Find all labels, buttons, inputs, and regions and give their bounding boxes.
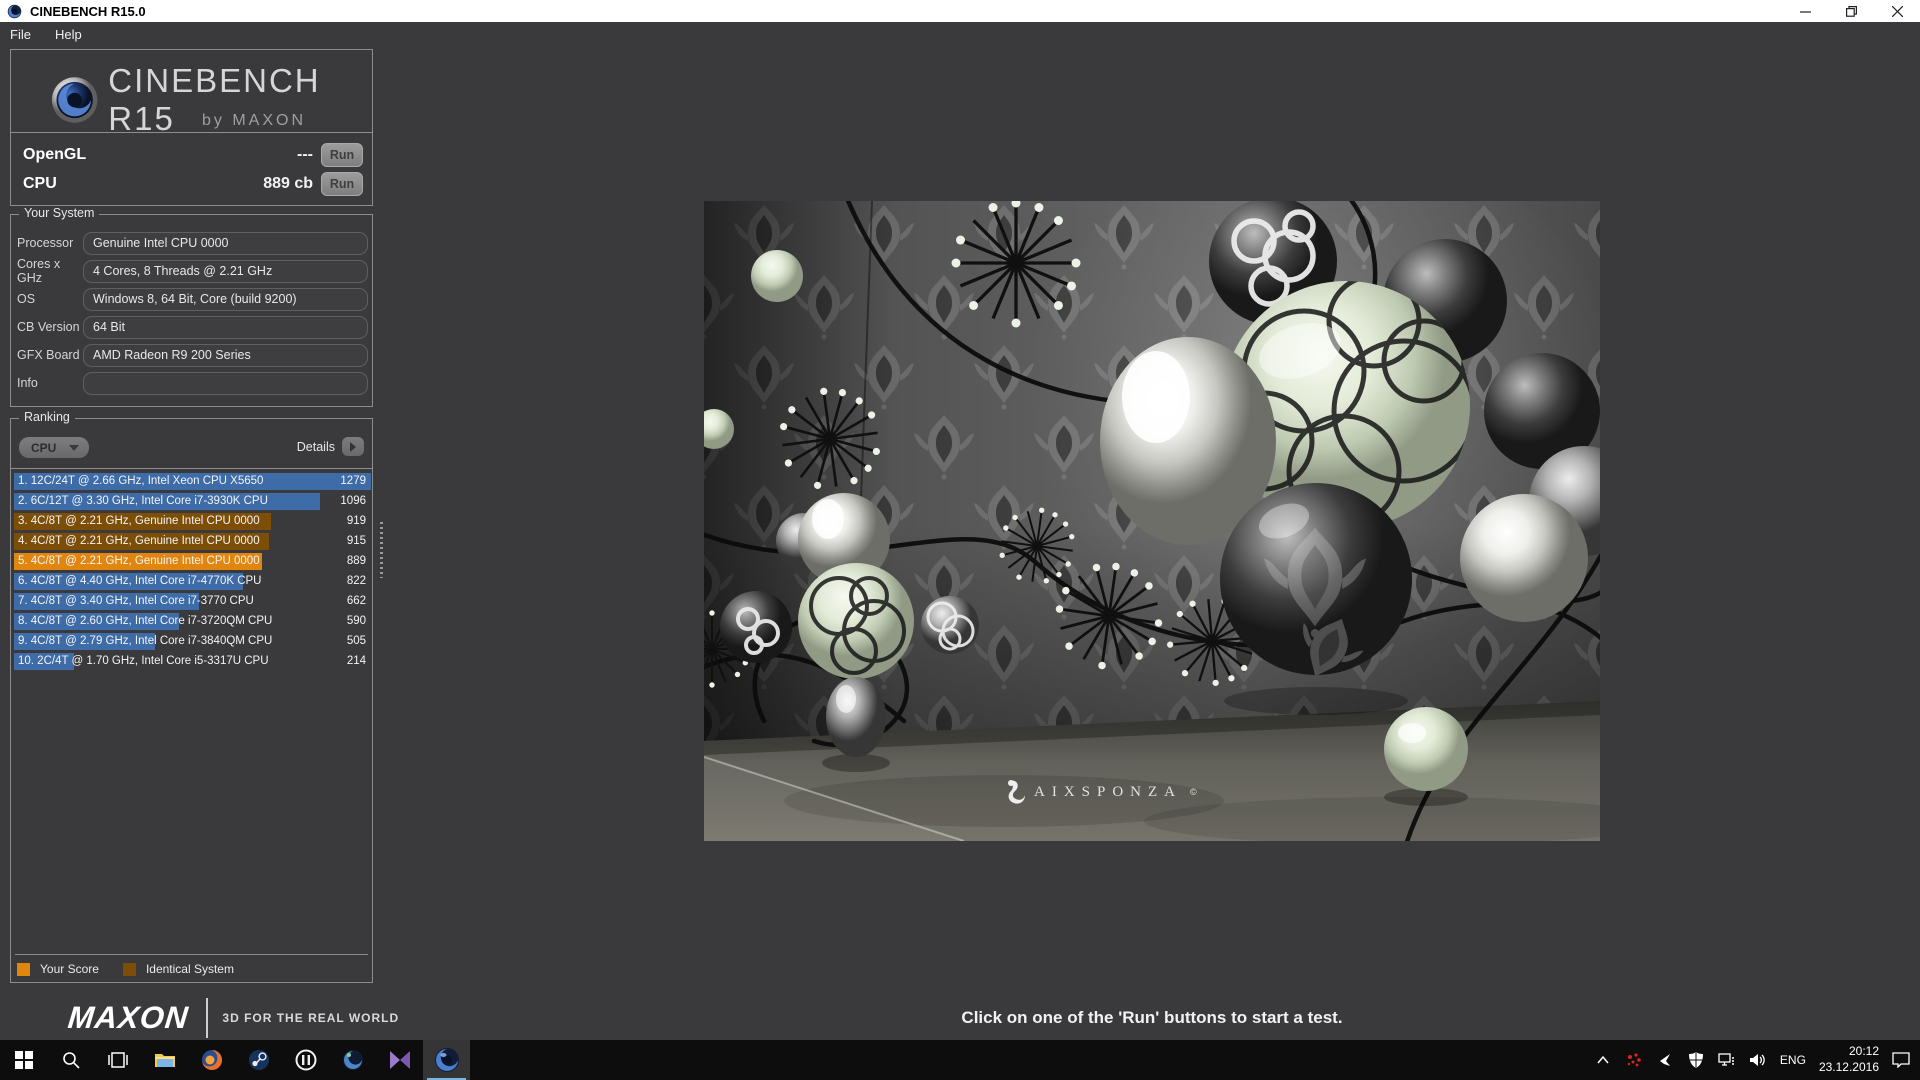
info-field (83, 371, 368, 395)
divider (206, 998, 209, 1038)
tray-volume-icon[interactable] (1749, 1051, 1767, 1069)
rank-row[interactable]: 9. 4C/8T @ 2.79 GHz, Intel Core i7-3840Q… (14, 633, 371, 650)
identical-system-legend-label: Identical System (145, 962, 234, 976)
status-message: Click on one of the 'Run' buttons to sta… (961, 1008, 1343, 1027)
identical-system-swatch (122, 962, 136, 976)
panel-splitter-handle[interactable] (380, 522, 383, 578)
tray-language-indicator[interactable]: ENG (1780, 1053, 1806, 1067)
menu-bar: File Help (0, 22, 92, 46)
menu-help[interactable]: Help (45, 25, 92, 44)
chevron-right-icon (350, 441, 356, 452)
media-app-icon[interactable] (282, 1040, 329, 1080)
score-legend: Your Score Identical System (17, 962, 248, 976)
cinebench-app-icon (7, 4, 22, 18)
rank-row[interactable]: 7. 4C/8T @ 3.40 GHz, Intel Core i7-3770 … (14, 593, 371, 610)
cores-label: Cores x GHz (17, 257, 61, 285)
maxon-tagline: 3D FOR THE REAL WORLD (222, 1011, 400, 1025)
your-system-panel: Your System Processor Genuine Intel CPU … (10, 206, 373, 407)
divider (15, 954, 368, 955)
title-bar: CINEBENCH R15.0 (0, 0, 1920, 22)
opengl-label: OpenGL (23, 146, 87, 163)
menu-file[interactable]: File (0, 25, 41, 44)
ranking-title: Ranking (19, 410, 75, 424)
render-credit: AIXSPONZA © (1004, 779, 1304, 805)
os-label: OS (17, 292, 36, 306)
copyright-mark: © (1190, 787, 1197, 797)
restore-button[interactable] (1828, 0, 1874, 22)
search-icon[interactable] (47, 1040, 94, 1080)
processor-field: Genuine Intel CPU 0000 (83, 231, 368, 255)
your-system-title: Your System (19, 206, 100, 220)
rank-row[interactable]: 10. 2C/4T @ 1.70 GHz, Intel Core i5-3317… (14, 653, 371, 670)
divider (11, 468, 372, 469)
rank-row[interactable]: 4. 4C/8T @ 2.21 GHz, Genuine Intel CPU 0… (14, 533, 371, 550)
action-center-icon[interactable] (1892, 1051, 1910, 1069)
render-scene (704, 201, 1600, 841)
processor-label: Processor (17, 236, 74, 250)
tray-chevron-up-icon[interactable] (1594, 1051, 1612, 1069)
cb-version-field: 64 Bit (83, 315, 368, 339)
cb-version-label: CB Version (17, 320, 80, 334)
cores-field: 4 Cores, 8 Threads @ 2.21 GHz (83, 259, 368, 283)
player-bowtie-app-icon[interactable] (376, 1040, 423, 1080)
tray-clock[interactable]: 20:12 23.12.2016 (1819, 1044, 1879, 1075)
cinebench-logo-icon (51, 77, 98, 123)
divider (11, 132, 372, 133)
your-score-legend-label: Your Score (40, 962, 99, 976)
file-explorer-icon[interactable] (141, 1040, 188, 1080)
close-button[interactable] (1874, 0, 1920, 22)
cpu-score: 889 cb (263, 175, 313, 192)
aixsponza-swan-icon (1008, 780, 1025, 804)
task-view-icon[interactable] (94, 1040, 141, 1080)
gfx-board-label: GFX Board (17, 348, 80, 362)
your-score-swatch (17, 962, 30, 976)
render-preview-image: AIXSPONZA © (704, 201, 1600, 841)
rank-row[interactable]: 2. 6C/12T @ 3.30 GHz, Intel Core i7-3930… (14, 493, 371, 510)
ranking-list: 1. 12C/24T @ 2.66 GHz, Intel Xeon CPU X5… (14, 473, 371, 673)
rank-row[interactable]: 8. 4C/8T @ 2.60 GHz, Intel Core i7-3720Q… (14, 613, 371, 630)
rank-row[interactable]: 6. 4C/8T @ 4.40 GHz, Intel Core i7-4770K… (14, 573, 371, 590)
start-button[interactable] (0, 1040, 47, 1080)
tray-time: 20:12 (1848, 1044, 1879, 1059)
info-label: Info (17, 376, 38, 390)
ranking-panel: Ranking CPU Details 1. 12C/24T @ 2.66 GH… (10, 410, 373, 983)
tray-red-dots-icon[interactable] (1625, 1051, 1643, 1069)
opengl-run-button[interactable]: Run (321, 143, 363, 167)
chevron-down-icon (69, 444, 79, 451)
tray-date: 23.12.2016 (1818, 1060, 1879, 1074)
taskbar: ENG 20:12 23.12.2016 (0, 1040, 1920, 1080)
minimize-button[interactable] (1782, 0, 1828, 22)
blue-swirl-app-icon[interactable] (329, 1040, 376, 1080)
tray-pointer-icon[interactable] (1656, 1051, 1674, 1069)
cpu-label: CPU (23, 175, 57, 192)
maxon-footer: MAXON 3D FOR THE REAL WORLD (66, 998, 400, 1038)
logo-panel: CINEBENCH R15 by MAXON OpenGL --- Run CP… (10, 49, 373, 206)
rank-row[interactable]: 3. 4C/8T @ 2.21 GHz, Genuine Intel CPU 0… (14, 513, 371, 530)
ranking-filter-value: CPU (31, 440, 57, 455)
aixsponza-wordmark: AIXSPONZA (1034, 783, 1183, 800)
tray-network-icon[interactable] (1718, 1051, 1736, 1069)
gfx-board-field: AMD Radeon R9 200 Series (83, 343, 368, 367)
details-label: Details (296, 439, 335, 454)
tray-defender-shield-icon[interactable] (1687, 1051, 1705, 1069)
ranking-filter-dropdown[interactable]: CPU (19, 437, 89, 458)
system-tray: ENG 20:12 23.12.2016 (1594, 1040, 1920, 1080)
maxon-logo: MAXON (66, 1000, 191, 1035)
app-logo-subtitle: by MAXON (201, 112, 306, 129)
firefox-icon[interactable] (188, 1040, 235, 1080)
cpu-run-button[interactable]: Run (321, 172, 363, 196)
steam-icon[interactable] (235, 1040, 282, 1080)
window-title: CINEBENCH R15.0 (30, 3, 146, 19)
os-field: Windows 8, 64 Bit, Core (build 9200) (83, 287, 368, 311)
details-button[interactable] (342, 437, 364, 456)
rank-row-your-score[interactable]: 5. 4C/8T @ 2.21 GHz, Genuine Intel CPU 0… (14, 553, 371, 570)
rank-row[interactable]: 1. 12C/24T @ 2.66 GHz, Intel Xeon CPU X5… (14, 473, 371, 490)
cinebench-taskbar-icon[interactable] (423, 1040, 470, 1080)
opengl-score: --- (297, 146, 313, 163)
